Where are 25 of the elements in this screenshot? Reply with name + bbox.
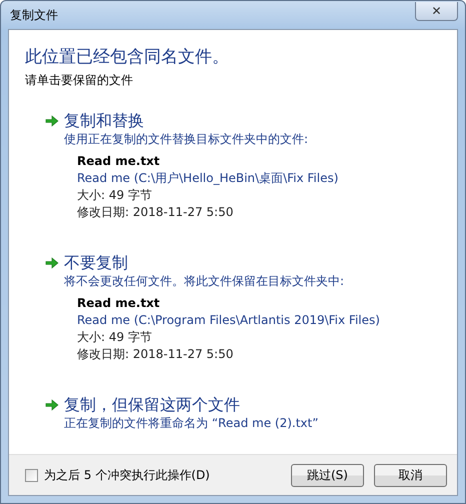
option-description: 正在复制的文件将重命名为 “Read me (2).txt” xyxy=(63,415,320,431)
dialog-button[interactable]: 取消 xyxy=(374,464,447,486)
instruction-text: 请单击要保留的文件 xyxy=(25,72,134,89)
checkbox[interactable] xyxy=(25,468,38,482)
file-date: 修改日期: 2018-11-27 5:50 xyxy=(77,204,234,221)
arrow-icon xyxy=(45,257,59,269)
arrow-icon xyxy=(45,399,59,411)
file-path: Read me (C:\用户\Hello_HeBin\桌面\Fix Files) xyxy=(77,170,338,187)
dialog-button[interactable]: 跳过(S) xyxy=(291,464,364,486)
option-title[interactable]: 不要复制 xyxy=(64,253,128,273)
option-title[interactable]: 复制和替换 xyxy=(64,111,144,131)
option-description: 使用正在复制的文件替换目标文件夹中的文件: xyxy=(63,131,310,147)
file-size: 大小: 49 字节 xyxy=(77,187,152,204)
arrow-icon xyxy=(45,115,59,127)
checkbox-label[interactable]: 为之后 5 个冲突执行此操作(D) xyxy=(44,466,210,484)
file-path: Read me (C:\Program Files\Artlantis 2019\Fix Files) xyxy=(77,312,380,329)
option-title[interactable]: 复制，但保留这两个文件 xyxy=(64,395,240,415)
file-size: 大小: 49 字节 xyxy=(77,329,152,346)
file-date: 修改日期: 2018-11-27 5:50 xyxy=(77,346,234,363)
window-title: 复制文件 xyxy=(9,6,58,24)
option-description: 将不会更改任何文件。将此文件保留在目标文件夹中: xyxy=(63,273,346,289)
dialog-heading: 此位置已经包含同名文件。 xyxy=(25,46,230,68)
file-name: Read me.txt xyxy=(77,295,160,312)
close-button[interactable]: ✕ xyxy=(415,2,458,20)
file-name: Read me.txt xyxy=(77,153,160,170)
